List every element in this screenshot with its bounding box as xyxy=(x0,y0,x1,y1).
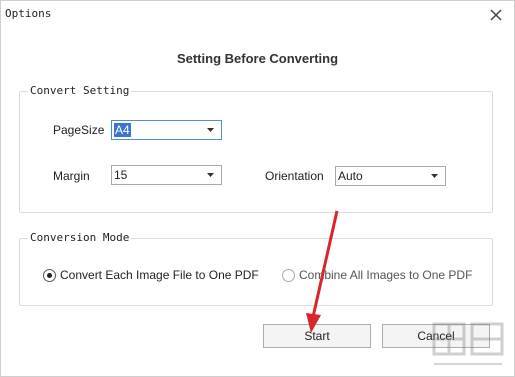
orientation-value: Auto xyxy=(338,169,363,183)
dialog-heading: Setting Before Converting xyxy=(176,51,339,66)
radio-convert-each-label: Convert Each Image File to One PDF xyxy=(60,268,259,282)
orientation-label: Orientation xyxy=(265,169,324,183)
margin-label: Margin xyxy=(53,169,90,183)
pagesize-label: PageSize xyxy=(53,123,105,137)
radio-combine-all-label: Combine All Images to One PDF xyxy=(299,268,473,282)
chevron-down-icon xyxy=(199,166,221,184)
conversion-mode-legend: Conversion Mode xyxy=(28,231,132,244)
title-bar: Options xyxy=(1,1,514,29)
radio-selected-icon xyxy=(43,268,56,282)
close-button[interactable] xyxy=(486,5,506,25)
close-icon xyxy=(490,9,502,21)
radio-convert-each[interactable]: Convert Each Image File to One PDF xyxy=(43,268,259,282)
convert-setting-legend: Convert Setting xyxy=(28,84,132,97)
pagesize-value: A4 xyxy=(114,123,131,137)
margin-dropdown[interactable]: 15 xyxy=(111,165,222,185)
radio-combine-all[interactable]: Combine All Images to One PDF xyxy=(282,268,472,282)
window-title: Options xyxy=(5,7,52,20)
convert-setting-group: Convert Setting PageSize A4 Margin 15 Or… xyxy=(19,84,493,213)
cancel-button[interactable]: Cancel xyxy=(382,324,490,348)
options-dialog: Options Setting Before Converting Conver… xyxy=(0,0,515,377)
pagesize-dropdown[interactable]: A4 xyxy=(111,120,222,140)
radio-unselected-icon xyxy=(282,268,295,282)
conversion-mode-group: Conversion Mode Convert Each Image File … xyxy=(19,231,493,306)
margin-value: 15 xyxy=(114,168,128,182)
chevron-down-icon xyxy=(423,167,445,185)
orientation-dropdown[interactable]: Auto xyxy=(335,166,446,186)
start-button[interactable]: Start xyxy=(263,324,371,348)
chevron-down-icon xyxy=(199,121,221,139)
